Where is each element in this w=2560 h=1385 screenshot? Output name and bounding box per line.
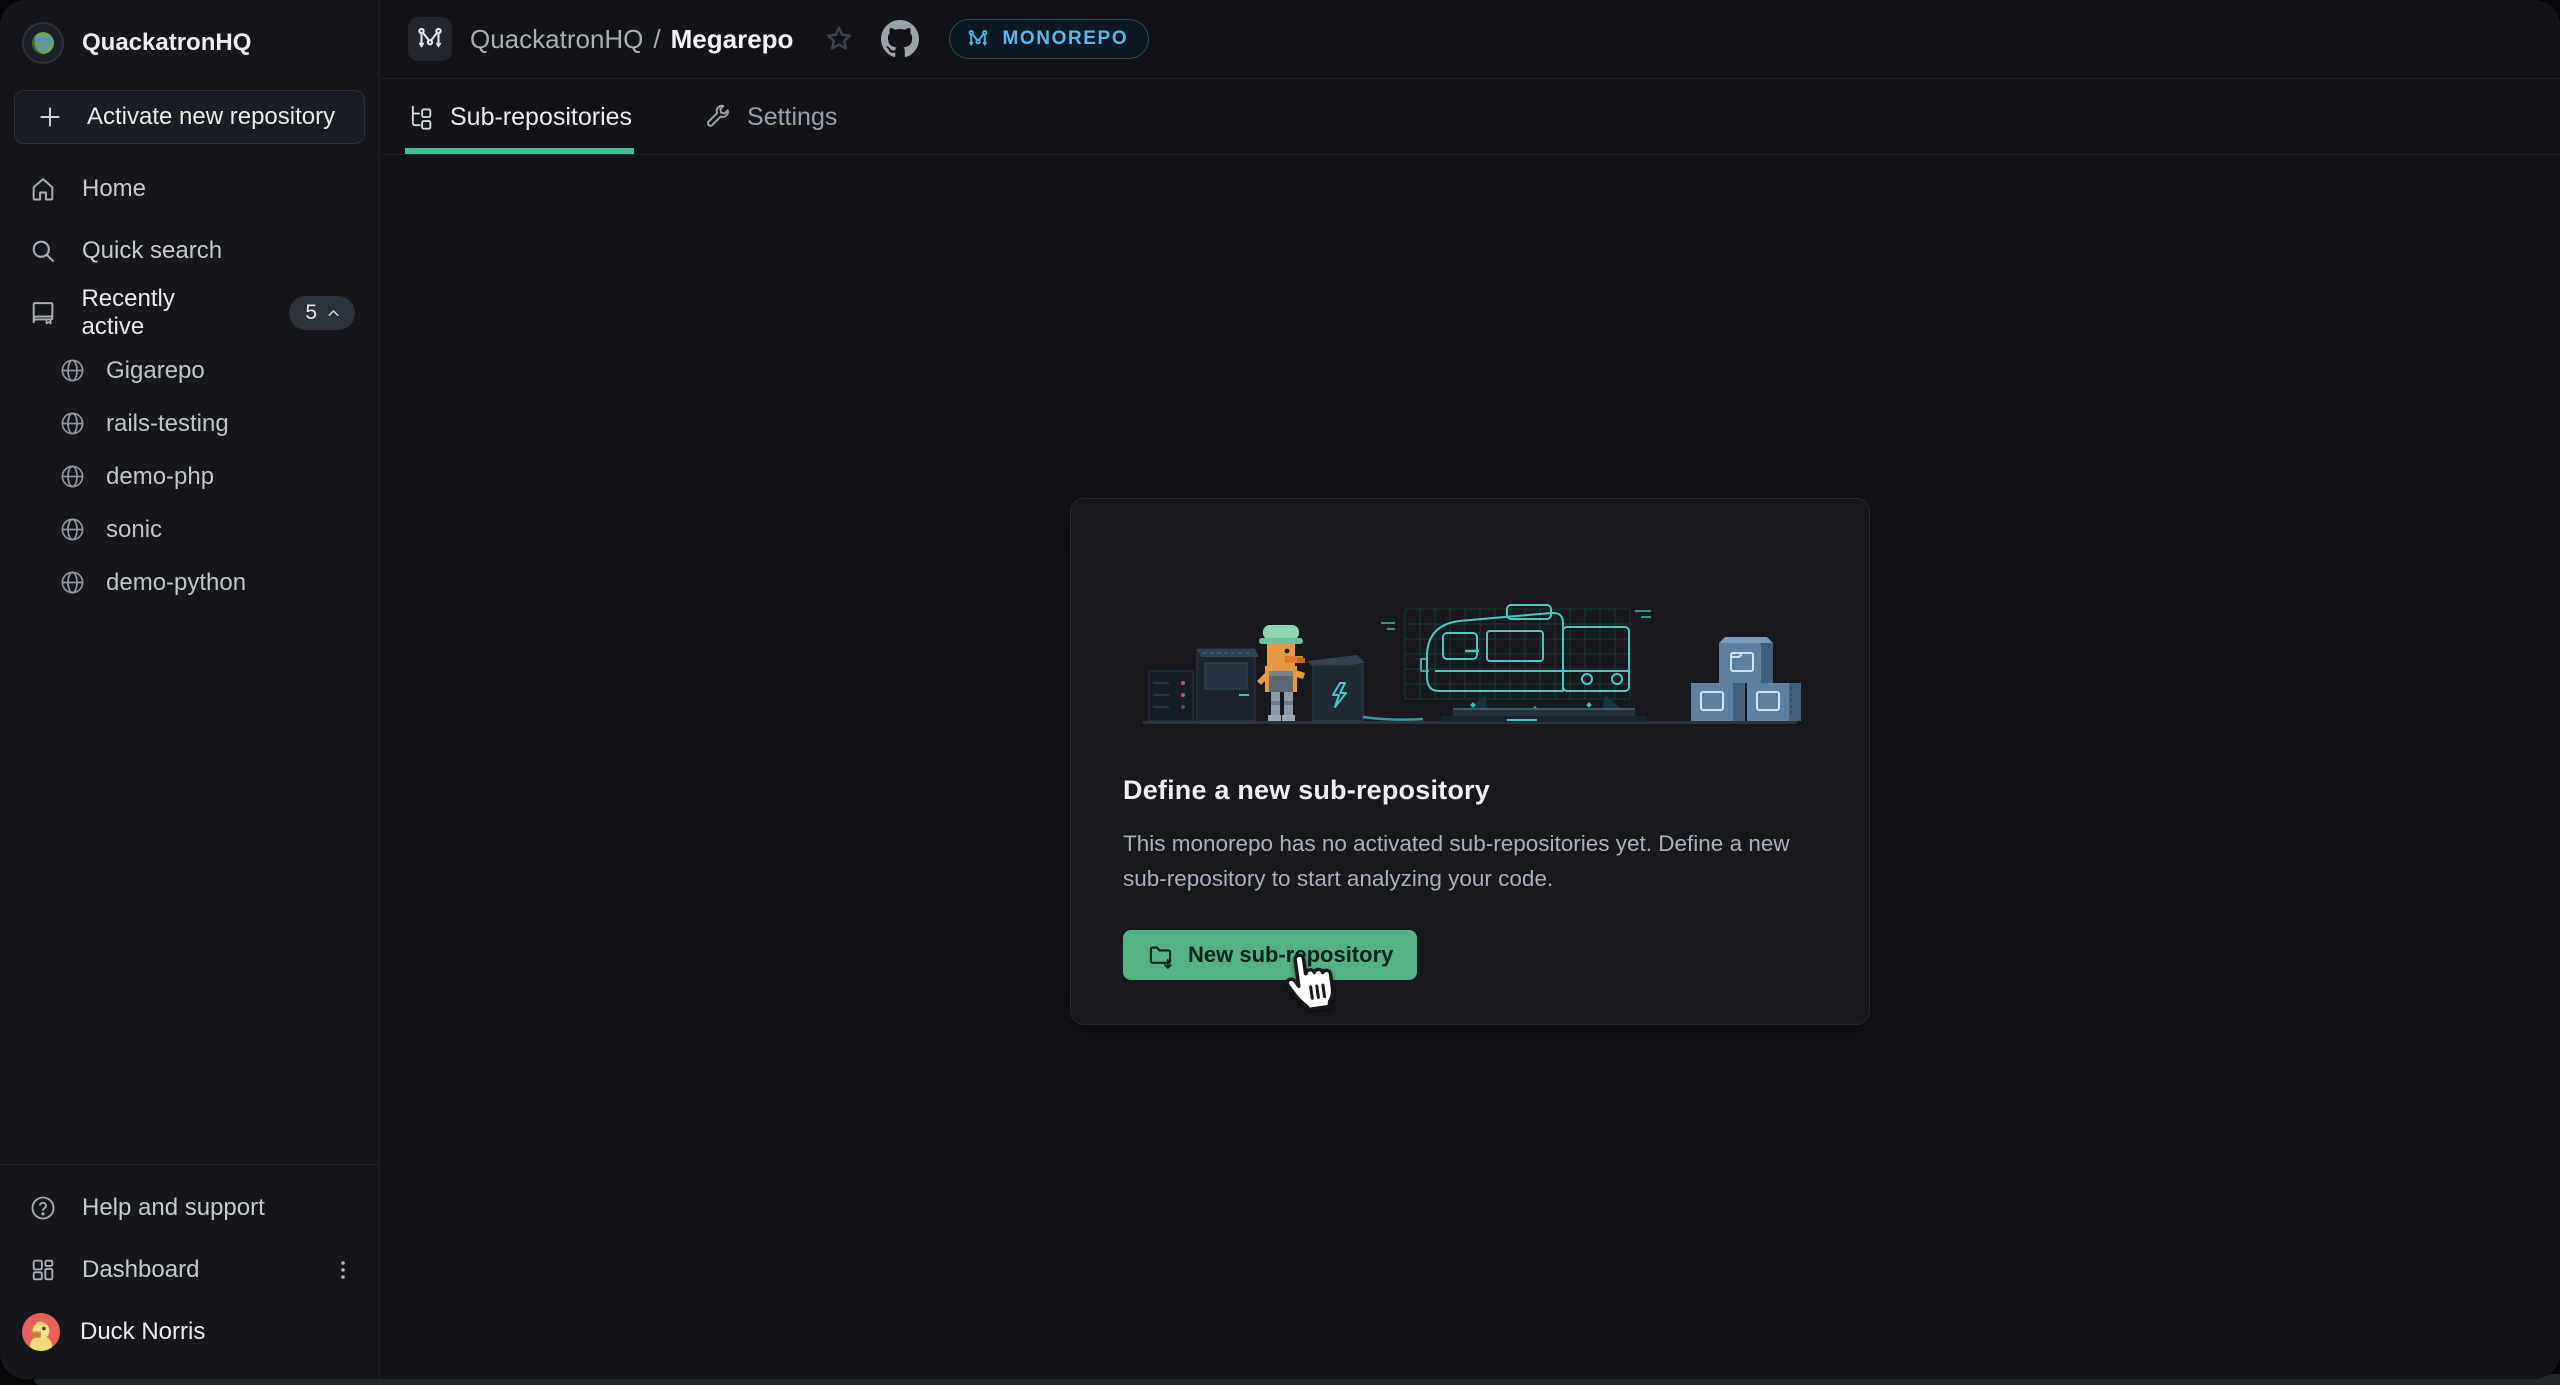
search-icon <box>28 237 58 265</box>
folder-crates <box>1691 637 1801 721</box>
repo-book-icon <box>28 299 57 327</box>
empty-state-title: Define a new sub-repository <box>1123 775 1817 806</box>
new-folder-icon <box>1147 942 1174 969</box>
monorepo-m-icon <box>408 17 452 61</box>
tab-label: Sub-repositories <box>450 103 632 132</box>
home-icon <box>28 175 58 203</box>
dashboard-layout-icon <box>28 1256 58 1284</box>
sidebar-repo-gigarepo[interactable]: Gigarepo <box>0 344 379 397</box>
repo-label: rails-testing <box>106 410 229 438</box>
sidebar-item-label: Dashboard <box>82 1256 199 1284</box>
sidebar-repo-sonic[interactable]: sonic <box>0 503 379 556</box>
monorepo-badge: MONOREPO <box>949 19 1149 59</box>
sidebar-repo-rails-testing[interactable]: rails-testing <box>0 397 379 450</box>
globe-icon <box>58 463 86 490</box>
sidebar-item-home[interactable]: Home <box>0 158 379 220</box>
sidebar-item-label: Recently active <box>81 285 241 341</box>
empty-state-illustration <box>1123 599 1817 731</box>
recently-active-count-badge[interactable]: 5 <box>289 296 355 330</box>
star-icon[interactable] <box>823 23 855 55</box>
org-avatar <box>22 22 64 64</box>
sidebar: QuackatronHQ Activate new repository Hom… <box>0 0 380 1379</box>
sidebar-repo-demo-php[interactable]: demo-php <box>0 450 379 503</box>
duck-avatar-icon <box>22 1313 60 1351</box>
monorepo-m-icon <box>966 27 990 51</box>
sidebar-item-label: Help and support <box>82 1194 265 1222</box>
user-name: Duck Norris <box>80 1318 205 1346</box>
repo-label: sonic <box>106 516 162 544</box>
globe-planet-icon <box>30 30 56 56</box>
breadcrumb-org[interactable]: QuackatronHQ <box>470 24 643 55</box>
monorepo-badge-label: MONOREPO <box>1002 28 1128 50</box>
wrench-icon <box>704 103 732 131</box>
activate-new-repository-button[interactable]: Activate new repository <box>14 90 365 144</box>
main-content: Define a new sub-repository This monorep… <box>381 156 2560 1379</box>
sidebar-item-dashboard[interactable]: Dashboard <box>0 1239 379 1301</box>
server-racks <box>1149 649 1259 721</box>
sidebar-item-help-and-support[interactable]: Help and support <box>0 1177 379 1239</box>
control-podium <box>1307 655 1423 721</box>
user-menu[interactable]: Duck Norris <box>0 1301 379 1363</box>
repo-label: Gigarepo <box>106 357 205 385</box>
tab-label: Settings <box>747 103 837 132</box>
globe-icon <box>58 357 86 384</box>
sidebar-item-label: Home <box>82 175 146 203</box>
folder-tree-icon <box>407 103 435 131</box>
breadcrumb-separator: / <box>653 24 660 55</box>
globe-icon <box>58 410 86 437</box>
new-sub-repository-button[interactable]: New sub-repository <box>1123 930 1417 980</box>
app-window: QuackatronHQ Activate new repository Hom… <box>0 0 2560 1379</box>
kebab-menu-icon[interactable] <box>331 1258 355 1282</box>
sidebar-footer: Help and support Dashboard <box>0 1164 379 1379</box>
repo-header: QuackatronHQ / Megarepo MONOREPO <box>381 0 2560 79</box>
activate-new-repository-label: Activate new repository <box>87 103 335 131</box>
sidebar-item-label: Quick search <box>82 237 222 265</box>
org-name: QuackatronHQ <box>82 29 251 57</box>
sidebar-nav: Home Quick search Recently active 5 <box>0 158 379 609</box>
tab-sub-repositories[interactable]: Sub-repositories <box>407 80 632 154</box>
repo-label: demo-php <box>106 463 214 491</box>
new-sub-repository-label: New sub-repository <box>1188 942 1393 968</box>
recently-active-count: 5 <box>305 301 317 325</box>
duck-engineer <box>1257 625 1305 721</box>
globe-icon <box>58 516 86 543</box>
plus-icon <box>37 104 63 130</box>
help-circle-icon <box>28 1194 58 1222</box>
globe-icon <box>58 569 86 596</box>
breadcrumb: QuackatronHQ / Megarepo <box>470 24 793 55</box>
org-switcher[interactable]: QuackatronHQ <box>0 0 379 64</box>
breadcrumb-repo: Megarepo <box>671 24 794 55</box>
tab-bar: Sub-repositories Settings <box>381 80 2560 155</box>
hologram-grid <box>1405 609 1630 699</box>
sidebar-item-recently-active[interactable]: Recently active 5 <box>0 282 379 344</box>
github-icon[interactable] <box>881 20 919 58</box>
empty-state-description: This monorepo has no activated sub-repos… <box>1123 826 1813 896</box>
tab-settings[interactable]: Settings <box>704 80 837 154</box>
repo-label: demo-python <box>106 569 246 597</box>
empty-state-card: Define a new sub-repository This monorep… <box>1070 498 1870 1025</box>
sidebar-item-quick-search[interactable]: Quick search <box>0 220 379 282</box>
chevron-up-icon <box>326 306 341 321</box>
sidebar-repo-demo-python[interactable]: demo-python <box>0 556 379 609</box>
